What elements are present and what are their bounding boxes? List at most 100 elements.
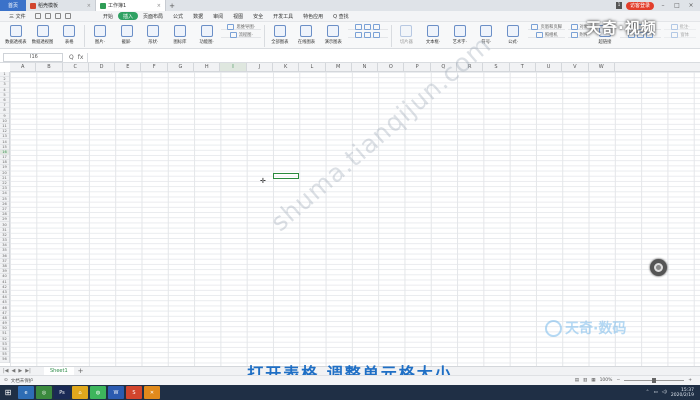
pivot-table-button[interactable]: 数据透视表	[4, 25, 28, 45]
column-header-e[interactable]: E	[115, 63, 142, 71]
column-header-j[interactable]: J	[247, 63, 273, 71]
taskbar-app-7[interactable]: S	[126, 386, 142, 399]
menu-review[interactable]: 审阅	[208, 12, 228, 20]
floating-record-button[interactable]	[650, 259, 667, 276]
online-charts-button[interactable]: 在线图表	[295, 25, 319, 45]
column-header-q[interactable]: Q	[431, 63, 458, 71]
taskbar-app-3[interactable]: Ps	[54, 386, 70, 399]
save-icon[interactable]	[34, 13, 41, 19]
column-header-b[interactable]: B	[36, 63, 63, 71]
column-header-l[interactable]: L	[299, 63, 326, 71]
slicer-button[interactable]: 切片器	[394, 25, 418, 45]
form-button[interactable]: 窗体	[664, 32, 696, 39]
column-header-r[interactable]: R	[457, 63, 484, 71]
redo-icon[interactable]	[64, 13, 71, 19]
column-header-p[interactable]: P	[404, 63, 431, 71]
column-header-n[interactable]: N	[352, 63, 379, 71]
name-box[interactable]: I16	[3, 52, 63, 62]
camera-button[interactable]: 照相机	[527, 32, 566, 39]
menu-start[interactable]: 开始	[98, 12, 118, 20]
column-header-w[interactable]: W	[589, 63, 615, 71]
file-menu[interactable]: 三 文件	[4, 12, 31, 20]
table-button[interactable]: 表格	[57, 25, 81, 45]
column-header-v[interactable]: V	[562, 63, 589, 71]
zoom-out-icon[interactable]: −	[616, 378, 620, 383]
login-button[interactable]: 访客登录	[625, 1, 654, 10]
column-header-k[interactable]: K	[273, 63, 300, 71]
menu-view[interactable]: 视图	[228, 12, 248, 20]
menu-special[interactable]: 特色应用	[298, 12, 328, 20]
taskbar-app-8[interactable]: ✕	[144, 386, 160, 399]
line-chart-button[interactable]	[348, 24, 388, 31]
comment-button[interactable]: 批注·	[664, 24, 696, 31]
menu-data[interactable]: 数据	[188, 12, 208, 20]
menu-page-layout[interactable]: 页面布局	[138, 12, 168, 20]
zoom-in-icon[interactable]: +	[688, 378, 692, 383]
print-icon[interactable]	[44, 13, 51, 19]
column-header-d[interactable]: D	[89, 63, 116, 71]
column-header-m[interactable]: M	[326, 63, 352, 71]
icon-library-button[interactable]: 图标库	[168, 25, 192, 45]
scatter-chart-button[interactable]	[348, 32, 388, 39]
shape-button[interactable]: 形状·	[141, 25, 165, 45]
column-header-c[interactable]: C	[63, 63, 89, 71]
picture-button[interactable]: 图片·	[88, 25, 112, 45]
close-icon[interactable]: ×	[87, 3, 91, 9]
network-icon[interactable]: ▭	[653, 390, 657, 395]
volume-icon[interactable]: ◁)	[662, 390, 667, 395]
column-header-f[interactable]: F	[141, 63, 168, 71]
new-tab-button[interactable]: +	[166, 0, 178, 11]
mindmap-button[interactable]: 思维导图·	[221, 24, 261, 31]
menu-security[interactable]: 安全	[248, 12, 268, 20]
demo-charts-button[interactable]: 演示图表	[321, 25, 345, 45]
pivot-chart-button[interactable]: 数据透视图	[31, 25, 55, 45]
close-window-icon[interactable]: ×	[686, 2, 696, 9]
home-tab[interactable]: 首页	[0, 0, 26, 11]
menu-insert[interactable]: 插入	[118, 12, 139, 20]
zoom-icon[interactable]: Q	[69, 54, 74, 61]
zoom-slider-knob[interactable]	[652, 378, 657, 383]
wordart-button[interactable]: 艺术字·	[448, 25, 472, 45]
column-header-a[interactable]: A	[10, 63, 37, 71]
column-header-i[interactable]: I	[220, 63, 247, 71]
menu-formula[interactable]: 公式	[168, 12, 188, 20]
active-cell[interactable]	[273, 173, 299, 179]
tray-up-icon[interactable]: ⌃	[646, 390, 650, 395]
flowchart-button[interactable]: 流程图·	[221, 32, 261, 39]
menu-search[interactable]: Q 查找	[328, 12, 354, 20]
maximize-icon[interactable]: □	[672, 2, 682, 9]
textbox-button[interactable]: 文本框·	[421, 25, 445, 45]
tab-template[interactable]: 稻壳模板 ×	[26, 0, 96, 11]
taskbar-app-4[interactable]: ⌂	[72, 386, 88, 399]
column-header-u[interactable]: U	[536, 63, 563, 71]
tab-workbook[interactable]: 工作簿1 ×	[96, 0, 166, 11]
fx-icon[interactable]: fx	[78, 54, 84, 61]
start-button[interactable]: ⊞	[0, 385, 16, 400]
symbol-button[interactable]: 符号·	[475, 25, 499, 45]
zoom-slider[interactable]	[624, 378, 685, 383]
column-header-s[interactable]: S	[483, 63, 510, 71]
doc-protection-status[interactable]: 文档未保护	[11, 378, 34, 384]
taskbar-app-6[interactable]: W	[108, 386, 124, 399]
minimize-icon[interactable]: –	[658, 2, 668, 9]
close-icon[interactable]: ×	[157, 3, 161, 9]
undo-icon[interactable]	[54, 13, 61, 19]
column-header-g[interactable]: G	[168, 63, 195, 71]
equation-button[interactable]: 公式·	[501, 25, 525, 45]
function-chart-button[interactable]: 功能图·	[195, 25, 219, 45]
clock[interactable]: 15:37 2020/2/19	[671, 388, 694, 398]
taskbar-app-1[interactable]: e	[18, 386, 34, 399]
formula-input[interactable]	[87, 52, 696, 62]
header-footer-button[interactable]: 页眉和页脚	[527, 24, 566, 31]
view-page-icon[interactable]: ▥	[583, 378, 587, 383]
screenshot-button[interactable]: 截屏·	[115, 25, 139, 45]
zoom-value[interactable]: 100%	[600, 378, 613, 383]
column-header-o[interactable]: O	[378, 63, 405, 71]
menu-developer[interactable]: 开发工具	[268, 12, 298, 20]
column-header-t[interactable]: T	[510, 63, 536, 71]
column-header-h[interactable]: H	[194, 63, 221, 71]
view-break-icon[interactable]: ▦	[591, 378, 595, 383]
taskbar-app-5[interactable]: ◍	[90, 386, 106, 399]
all-charts-button[interactable]: 全部图表	[268, 25, 292, 45]
taskbar-app-2[interactable]: ◎	[36, 386, 52, 399]
